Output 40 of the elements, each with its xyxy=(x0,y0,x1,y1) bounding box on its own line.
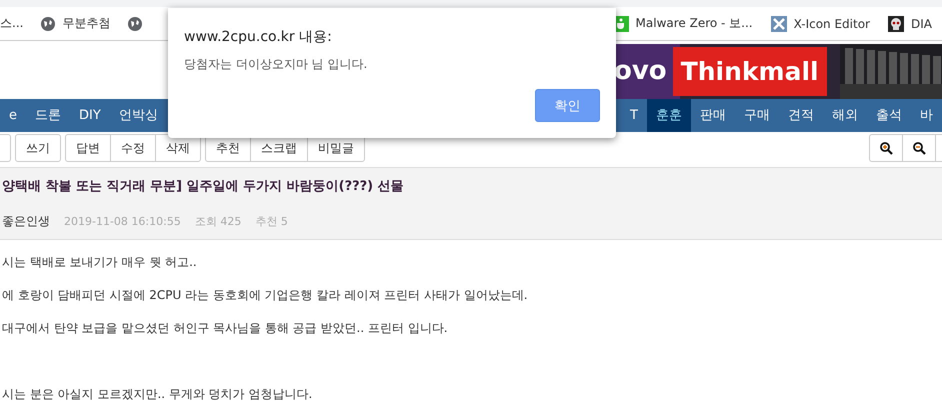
zoom-out-icon xyxy=(912,142,926,155)
nav-tab[interactable]: 해외 xyxy=(823,98,867,132)
post-date: 2019-11-08 16:10:55 xyxy=(64,214,181,228)
bookmark-link[interactable]: 스... xyxy=(0,15,24,32)
nav-tab[interactable]: e xyxy=(0,98,26,132)
zoom-in-icon xyxy=(880,142,892,155)
body-text: 대구에서 탄약 보급을 맡으셨던 허인구 목사님을 통해 공급 받았던.. 프린터 입니다. xyxy=(2,320,449,338)
body-text: 에 호랑이 담배피던 시절에 2CPU 라는 동호회에 기업은행 칼라 레이져 프린터 사태가 일어났는데. xyxy=(2,287,529,304)
toolbar-button[interactable]: 수정 xyxy=(110,135,155,162)
author-name[interactable]: 좋은인생 xyxy=(2,212,50,230)
brand-logo-text: ovo xyxy=(613,56,668,86)
nav-tab[interactable]: 훈훈 xyxy=(647,98,691,132)
bookmark-link[interactable]: X-Icon Editor xyxy=(794,16,870,30)
skull-icon xyxy=(888,16,904,32)
bookmark-link[interactable]: 무분추첨 xyxy=(62,15,110,32)
toolbar-button[interactable]: 답변 xyxy=(66,135,110,162)
body-text: 시는 택배로 보내기가 매우 뭣 허고.. xyxy=(2,254,198,272)
nav-tab[interactable]: 판매 xyxy=(691,98,735,132)
nav-tab[interactable]: 출석 xyxy=(867,98,911,132)
globe-icon xyxy=(128,16,142,30)
nav-tab[interactable]: 구매 xyxy=(735,98,779,132)
view-count: 조회 425 xyxy=(194,214,242,229)
toolbar-button[interactable]: 추천 xyxy=(206,135,250,162)
dialog-title: www.2cpu.co.kr 내용: xyxy=(184,28,333,46)
like-count: 추천 5 xyxy=(255,214,288,229)
x-letter-icon xyxy=(770,16,787,32)
dialog-message: 당첨자는 더이상오지마 님 입니다. xyxy=(184,56,368,73)
body-text: 시는 분은 아실지 모르겠지만.. 무게와 덩치가 엄청납니다. xyxy=(2,386,314,404)
bookmark-link[interactable]: DIA xyxy=(911,16,932,30)
nav-tab[interactable]: 바 xyxy=(911,98,942,132)
globe-icon xyxy=(41,16,56,30)
nav-tab[interactable]: T xyxy=(621,98,647,132)
nav-tab[interactable]: 드론 xyxy=(26,98,70,132)
nav-tab[interactable]: 언박싱 xyxy=(110,98,167,132)
post-title: 양택배 착불 또는 직거래 무분] 일주일에 두가지 바람둥이(???) 선물 xyxy=(2,178,405,195)
nav-tab[interactable]: 견적 xyxy=(779,98,823,132)
bookmark-link[interactable]: Malware Zero - 보... xyxy=(636,15,753,32)
nav-tab[interactable]: DIY xyxy=(70,98,110,132)
toolbar-button[interactable]: 쓰기 xyxy=(16,135,60,162)
store-logo: Thinkmall xyxy=(672,46,827,96)
